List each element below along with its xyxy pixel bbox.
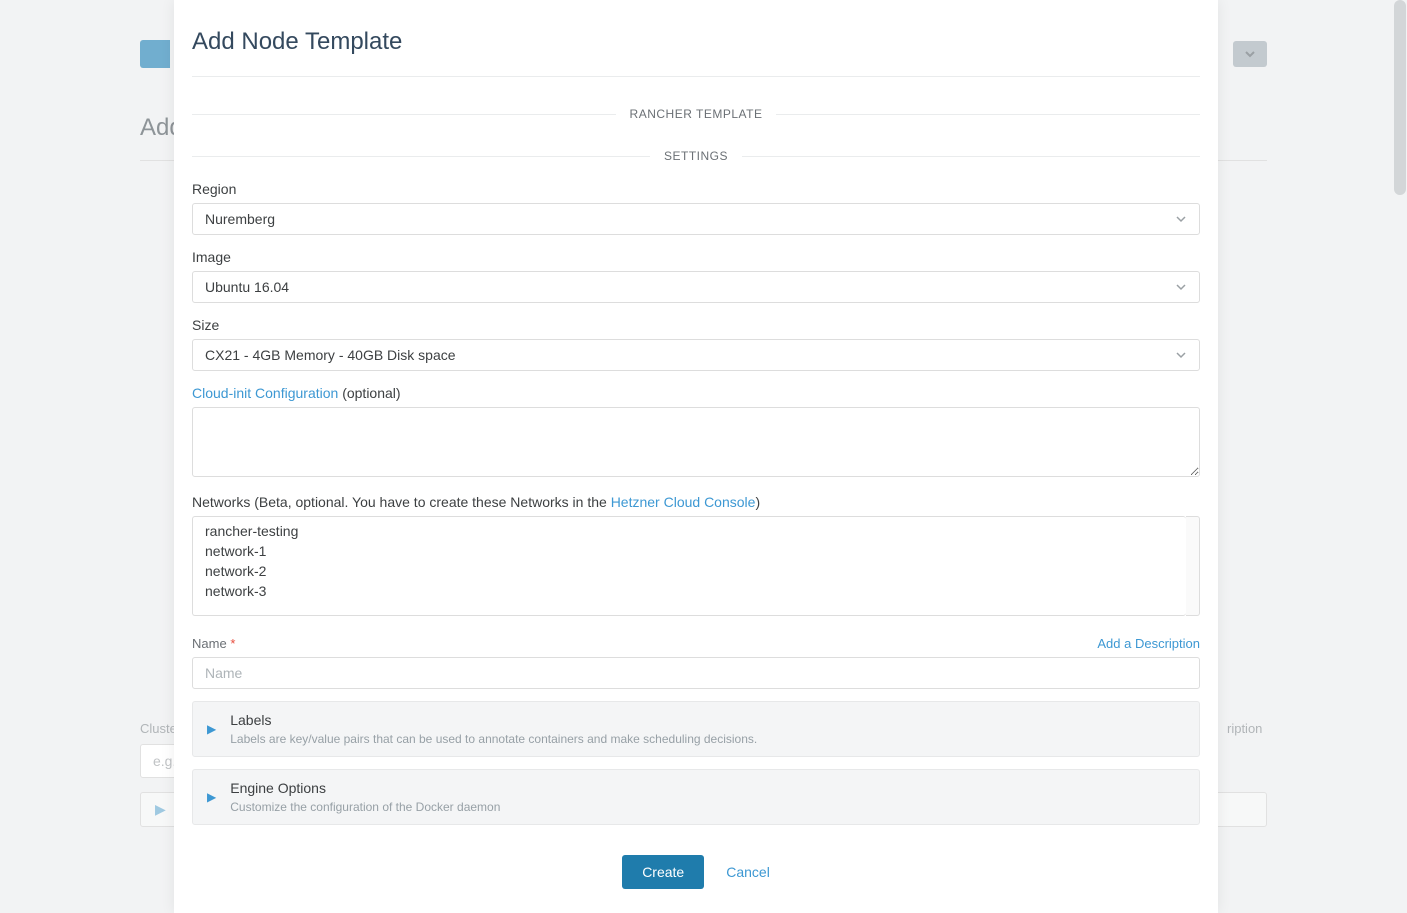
triangle-right-icon: ▶	[155, 801, 166, 818]
networks-label-pre: Networks (Beta, optional. You have to cr…	[192, 494, 611, 510]
required-asterisk: *	[230, 636, 235, 651]
image-value: Ubuntu 16.04	[205, 279, 289, 295]
region-value: Nuremberg	[205, 211, 275, 227]
hetzner-console-link[interactable]: Hetzner Cloud Console	[611, 494, 756, 510]
engine-options-accordion[interactable]: ▶ Engine Options Customize the configura…	[192, 769, 1200, 825]
labels-title: Labels	[230, 712, 757, 728]
size-value: CX21 - 4GB Memory - 40GB Disk space	[205, 347, 456, 363]
list-item[interactable]: network-1	[193, 541, 1186, 561]
size-label: Size	[192, 317, 1200, 333]
cloudinit-field: Cloud-init Configuration (optional)	[192, 385, 1200, 480]
page-scrollbar[interactable]	[1394, 0, 1406, 195]
chevron-down-icon	[1244, 48, 1256, 60]
region-label: Region	[192, 181, 1200, 197]
region-field: Region Nuremberg	[192, 181, 1200, 235]
add-description-link[interactable]: Add a Description	[1097, 636, 1200, 651]
section-label: RANCHER TEMPLATE	[616, 107, 777, 121]
add-node-template-modal: Add Node Template RANCHER TEMPLATE SETTI…	[174, 0, 1218, 913]
networks-label-post: )	[755, 494, 760, 510]
modal-title: Add Node Template	[192, 18, 1200, 76]
create-button[interactable]: Create	[622, 855, 704, 889]
chevron-down-icon	[1175, 281, 1187, 293]
app-logo	[140, 40, 170, 68]
name-input[interactable]	[192, 657, 1200, 689]
chevron-down-icon	[1175, 349, 1187, 361]
image-field: Image Ubuntu 16.04	[192, 249, 1200, 303]
list-item[interactable]: network-3	[193, 581, 1186, 601]
name-row: Name * Add a Description	[192, 636, 1200, 651]
section-settings: SETTINGS	[192, 149, 1200, 163]
networks-label: Networks (Beta, optional. You have to cr…	[192, 494, 1200, 510]
header-dropdown-button[interactable]	[1233, 41, 1267, 67]
name-label: Name	[192, 636, 227, 651]
section-label: SETTINGS	[650, 149, 742, 163]
labels-accordion[interactable]: ▶ Labels Labels are key/value pairs that…	[192, 701, 1200, 757]
networks-listbox[interactable]: rancher-testing network-1 network-2 netw…	[192, 516, 1186, 616]
triangle-right-icon: ▶	[207, 722, 216, 736]
backdrop-right-label: ription	[1227, 721, 1267, 736]
image-label: Image	[192, 249, 1200, 265]
cancel-button[interactable]: Cancel	[726, 864, 770, 880]
section-rancher-template: RANCHER TEMPLATE	[192, 107, 1200, 121]
size-select[interactable]: CX21 - 4GB Memory - 40GB Disk space	[192, 339, 1200, 371]
size-field: Size CX21 - 4GB Memory - 40GB Disk space	[192, 317, 1200, 371]
image-select[interactable]: Ubuntu 16.04	[192, 271, 1200, 303]
triangle-right-icon: ▶	[207, 790, 216, 804]
engine-desc: Customize the configuration of the Docke…	[230, 800, 500, 814]
labels-desc: Labels are key/value pairs that can be u…	[230, 732, 757, 746]
list-item[interactable]: network-2	[193, 561, 1186, 581]
chevron-down-icon	[1175, 213, 1187, 225]
cloudinit-optional: (optional)	[338, 385, 400, 401]
cloudinit-link[interactable]: Cloud-init Configuration	[192, 385, 338, 401]
listbox-scrollbar[interactable]	[1186, 516, 1200, 616]
cloudinit-textarea[interactable]	[192, 407, 1200, 477]
engine-title: Engine Options	[230, 780, 500, 796]
region-select[interactable]: Nuremberg	[192, 203, 1200, 235]
modal-footer: Create Cancel	[192, 855, 1200, 889]
list-item[interactable]: rancher-testing	[193, 521, 1186, 541]
cloudinit-label: Cloud-init Configuration (optional)	[192, 385, 1200, 401]
networks-field: Networks (Beta, optional. You have to cr…	[192, 494, 1200, 616]
